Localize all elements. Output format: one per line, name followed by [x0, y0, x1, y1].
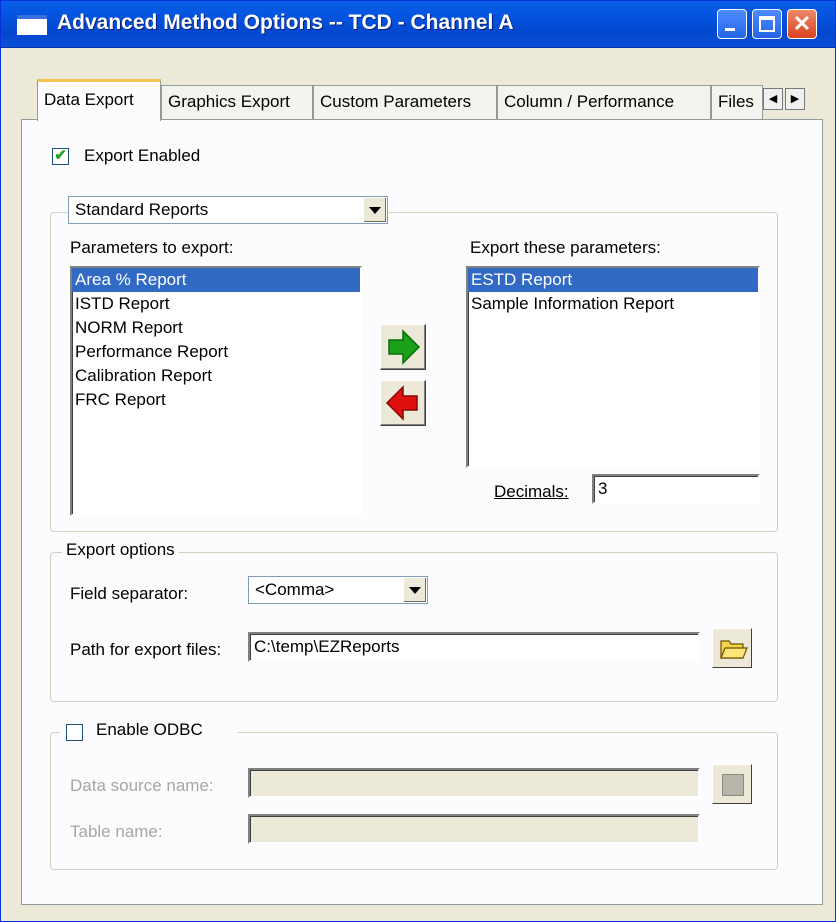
app-window-icon [17, 15, 47, 35]
table-name-input [248, 814, 700, 844]
table-name-label: Table name: [70, 822, 163, 841]
chevron-left-icon: ◀ [768, 93, 778, 105]
tab-files[interactable]: Files [711, 85, 763, 119]
remove-parameter-button[interactable] [380, 380, 426, 426]
data-source-name-input [248, 768, 700, 798]
blank-square-icon [722, 774, 744, 796]
tab-custom-parameters[interactable]: Custom Parameters [313, 85, 497, 119]
export-enabled-label: Export Enabled [84, 146, 201, 165]
decimals-value: 3 [598, 479, 608, 498]
enable-odbc-label: Enable ODBC [96, 720, 203, 739]
dropdown-button[interactable] [363, 198, 386, 222]
tab-label: Files [718, 92, 754, 111]
export-options-group [50, 552, 778, 702]
export-parameters-list[interactable]: ESTD Report Sample Information Report [466, 266, 760, 468]
report-type-select[interactable]: Standard Reports [68, 196, 388, 224]
list-item[interactable]: ISTD Report [72, 292, 360, 316]
maximize-button[interactable] [752, 9, 782, 39]
list-item[interactable]: ESTD Report [468, 268, 758, 292]
odbc-group [50, 732, 778, 870]
tab-label: Custom Parameters [320, 92, 472, 111]
title-bar[interactable]: Advanced Method Options -- TCD - Channel… [1, 1, 835, 48]
export-path-label: Path for export files: [70, 640, 222, 659]
list-item[interactable]: Calibration Report [72, 364, 360, 388]
enable-odbc-checkbox[interactable] [66, 724, 83, 741]
field-separator-value: <Comma> [255, 580, 335, 599]
decimals-input[interactable]: 3 [592, 474, 760, 504]
export-parameters-label: Export these parameters: [470, 238, 661, 257]
minimize-icon [725, 28, 735, 31]
report-type-value: Standard Reports [75, 200, 209, 219]
close-icon: ✕ [792, 11, 812, 36]
dropdown-button[interactable] [403, 578, 426, 602]
list-item[interactable]: Sample Information Report [468, 292, 758, 316]
arrow-right-icon [388, 329, 421, 365]
browse-folder-button[interactable] [712, 628, 752, 668]
tab-column-performance[interactable]: Column / Performance [497, 85, 711, 119]
maximize-icon [759, 16, 775, 32]
data-source-browse-button [712, 764, 752, 804]
field-separator-label: Field separator: [70, 584, 189, 603]
tab-label: Graphics Export [168, 92, 290, 111]
tab-scroll-right-button[interactable]: ▶ [785, 88, 805, 110]
window-title: Advanced Method Options -- TCD - Channel… [57, 11, 514, 34]
tab-data-export[interactable]: Data Export [37, 79, 161, 121]
chevron-down-icon [409, 587, 421, 594]
checkmark-icon: ✔ [54, 147, 67, 164]
decimals-label-text: Decimals: [494, 482, 569, 501]
add-parameter-button[interactable] [380, 324, 426, 370]
export-path-input[interactable]: C:\temp\EZReports [248, 632, 700, 662]
available-parameters-label: Parameters to export: [70, 238, 234, 257]
list-item[interactable]: Performance Report [72, 340, 360, 364]
dialog-window: Advanced Method Options -- TCD - Channel… [0, 0, 836, 922]
minimize-button[interactable] [717, 9, 747, 39]
chevron-right-icon: ▶ [790, 93, 800, 105]
decimals-label: Decimals: [494, 482, 569, 502]
data-source-name-label: Data source name: [70, 776, 214, 795]
close-button[interactable]: ✕ [787, 9, 817, 39]
field-separator-select[interactable]: <Comma> [248, 576, 428, 604]
export-path-value: C:\temp\EZReports [254, 637, 400, 656]
export-enabled-checkbox[interactable]: ✔ [52, 147, 69, 165]
tab-graphics-export[interactable]: Graphics Export [161, 85, 313, 119]
export-options-legend: Export options [62, 540, 179, 560]
arrow-left-icon [385, 385, 418, 421]
available-parameters-list[interactable]: Area % Report ISTD Report NORM Report Pe… [70, 266, 362, 516]
tab-label: Data Export [44, 90, 134, 109]
list-item[interactable]: FRC Report [72, 388, 360, 412]
tab-panel-data-export: ✔ Export Enabled Standard Reports Parame… [21, 119, 823, 905]
chevron-down-icon [369, 207, 381, 214]
tab-scroll-left-button[interactable]: ◀ [763, 88, 783, 110]
list-item[interactable]: Area % Report [72, 268, 360, 292]
tab-label: Column / Performance [504, 92, 675, 111]
open-folder-icon [720, 640, 748, 659]
list-item[interactable]: NORM Report [72, 316, 360, 340]
